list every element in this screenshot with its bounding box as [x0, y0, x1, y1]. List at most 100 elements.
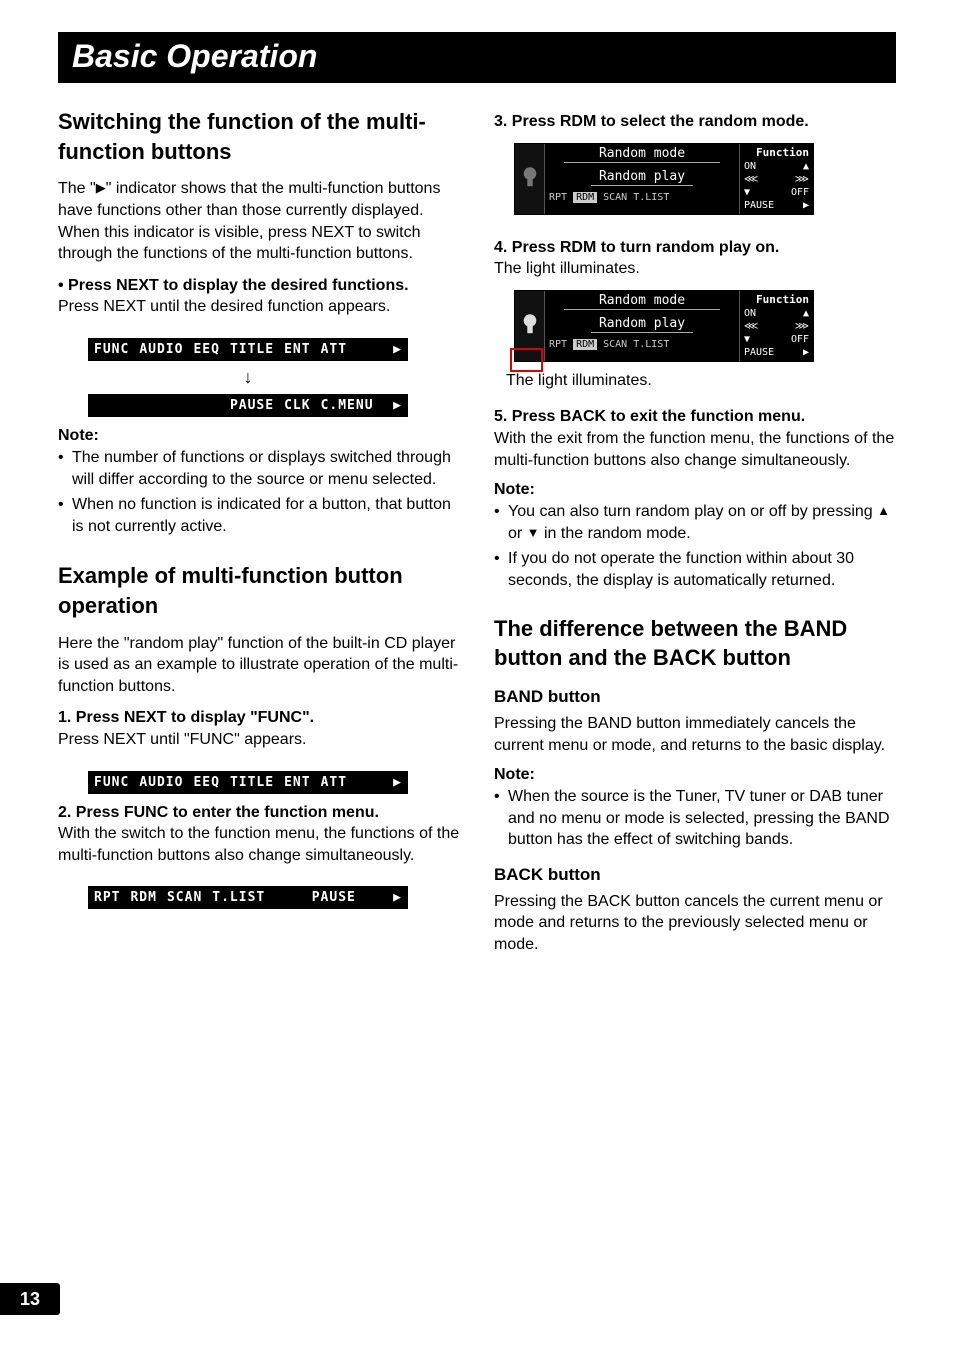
- lcd-title: Random mode: [545, 291, 739, 312]
- fn-label: PAUSE: [230, 398, 274, 413]
- lcd-screenshot-1: Random mode Random play RPT RDM SCAN T.L…: [514, 143, 814, 215]
- step-desc: With the exit from the function menu, th…: [494, 430, 894, 469]
- fn-label: EEQ: [193, 775, 219, 790]
- left-arrow-icon: ⋘: [744, 320, 758, 333]
- step-1: 1. Press NEXT to display "FUNC". Press N…: [58, 707, 460, 750]
- lcd-function-label: Function: [744, 293, 809, 307]
- fn-label: ATT: [321, 342, 347, 357]
- lcd-right-panel: Function ON▲ ⋘⋙ ▼OFF PAUSE▶: [739, 291, 813, 361]
- fn-label: CLK: [284, 398, 310, 413]
- function-strip-block-1: FUNC AUDIO EEQ TITLE ENT ATT ▶ ↓ ____ __…: [88, 338, 408, 417]
- step-bold: 3. Press RDM to select the random mode.: [494, 113, 809, 130]
- step-5: 5. Press BACK to exit the function menu.…: [494, 406, 896, 471]
- step-4: 4. Press RDM to turn random play on. The…: [494, 237, 896, 280]
- fn-label: PAUSE: [312, 890, 356, 905]
- fn-label: ATT: [321, 775, 347, 790]
- next-arrow-icon: ▶: [803, 346, 809, 359]
- lcd-fn: SCAN: [603, 192, 627, 203]
- pause-label: PAUSE: [744, 199, 774, 212]
- page-number-tab: 13: [0, 1283, 60, 1315]
- function-strip-bottom: ____ _____ ___ PAUSE CLK C.MENU ▶: [88, 394, 408, 417]
- fn-label: SCAN: [167, 890, 202, 905]
- lcd-fn: SCAN: [603, 339, 627, 350]
- note-item: The number of functions or displays swit…: [58, 447, 460, 490]
- note-item: You can also turn random play on or off …: [494, 501, 896, 544]
- up-triangle-icon: ▲: [877, 502, 890, 520]
- fn-label: FUNC: [94, 342, 129, 357]
- down-arrow-icon: ▼: [744, 186, 750, 199]
- lcd-fn: T.LIST: [633, 339, 669, 350]
- off-label: OFF: [791, 333, 809, 346]
- fn-label: T.LIST: [212, 890, 265, 905]
- next-arrow-icon: ▶: [393, 775, 402, 790]
- step-bullet: • Press NEXT to display the desired func…: [58, 277, 409, 294]
- heading-example: Example of multi-function button operati…: [58, 561, 460, 620]
- lcd-right-panel: Function ON ▲ ⋘ ⋙ ▼ OFF PAUSE ▶: [739, 144, 813, 214]
- lcd-screenshot-2: Random mode Random play RPT RDM SCAN T.L…: [514, 290, 814, 362]
- left-column: Switching the function of the multi-func…: [58, 107, 460, 966]
- bulb-icon: [515, 144, 545, 214]
- note-item: When no function is indicated for a butt…: [58, 494, 460, 537]
- down-arrow-icon: ▼: [744, 333, 750, 346]
- lcd-fn: T.LIST: [633, 192, 669, 203]
- fn-label: TITLE: [230, 342, 274, 357]
- fn-label: FUNC: [94, 775, 129, 790]
- fn-label: EEQ: [193, 342, 219, 357]
- step-3: 3. Press RDM to select the random mode.: [494, 111, 896, 133]
- heading-band-back: The difference between the BAND button a…: [494, 614, 896, 673]
- fn-label: RDM: [130, 890, 156, 905]
- step-1: • Press NEXT to display the desired func…: [58, 275, 460, 318]
- manual-page: Basic Operation Switching the function o…: [0, 0, 954, 1355]
- lcd-subtitle: Random play: [545, 312, 739, 335]
- next-arrow-icon: ▶: [393, 398, 402, 413]
- step-desc: Press NEXT until the desired function ap…: [58, 298, 390, 315]
- note-list: You can also turn random play on or off …: [494, 501, 896, 591]
- step-bold: 5. Press BACK to exit the function menu.: [494, 408, 805, 425]
- left-arrow-icon: ⋘: [744, 173, 758, 186]
- paragraph: Here the "random play" function of the b…: [58, 633, 460, 698]
- off-label: OFF: [791, 186, 809, 199]
- down-arrow-icon: ↓: [88, 367, 408, 388]
- next-glyph: ▶: [96, 179, 106, 197]
- function-strip: RPT RDM SCAN T.LIST ___ PAUSE ▶: [88, 886, 408, 909]
- up-arrow-icon: ▲: [803, 160, 809, 173]
- function-strip-block-3: RPT RDM SCAN T.LIST ___ PAUSE ▶: [88, 886, 408, 909]
- note-list: When the source is the Tuner, TV tuner o…: [494, 786, 896, 851]
- lcd-subtitle: Random play: [545, 165, 739, 188]
- step-bold: 2. Press FUNC to enter the function menu…: [58, 804, 379, 821]
- fn-label: ENT: [284, 775, 310, 790]
- step-2: 2. Press FUNC to enter the function menu…: [58, 802, 460, 867]
- function-strip-block-2: FUNC AUDIO EEQ TITLE ENT ATT ▶: [88, 771, 408, 794]
- step-desc: With the switch to the function menu, th…: [58, 825, 459, 864]
- right-column: 3. Press RDM to select the random mode. …: [494, 107, 896, 966]
- lcd-fn: RPT: [549, 339, 567, 350]
- function-strip: FUNC AUDIO EEQ TITLE ENT ATT ▶: [88, 771, 408, 794]
- step-desc: The light illuminates.: [494, 260, 640, 277]
- step-bold: 4. Press RDM to turn random play on.: [494, 239, 779, 256]
- subhead-band: BAND button: [494, 687, 896, 707]
- next-arrow-icon: ▶: [393, 342, 402, 357]
- note-heading: Note:: [494, 766, 896, 784]
- fn-label: C.MENU: [321, 398, 374, 413]
- next-arrow-icon: ▶: [803, 199, 809, 212]
- paragraph: Pressing the BACK button cancels the cur…: [494, 891, 896, 956]
- fn-label: AUDIO: [139, 342, 183, 357]
- note-item: When the source is the Tuner, TV tuner o…: [494, 786, 896, 851]
- fn-label: ENT: [284, 342, 310, 357]
- pause-label: PAUSE: [744, 346, 774, 359]
- lcd-footer: RPT RDM SCAN T.LIST: [545, 188, 739, 205]
- on-label: ON: [744, 160, 756, 173]
- fn-label: TITLE: [230, 775, 274, 790]
- right-arrow-icon: ⋙: [795, 173, 809, 186]
- lcd-caption: The light illuminates.: [506, 372, 896, 390]
- subhead-back: BACK button: [494, 865, 896, 885]
- note-item: If you do not operate the function withi…: [494, 548, 896, 591]
- up-arrow-icon: ▲: [803, 307, 809, 320]
- lcd-function-label: Function: [744, 146, 809, 160]
- fn-label: RPT: [94, 890, 120, 905]
- paragraph: Pressing the BAND button immediately can…: [494, 713, 896, 756]
- fn-label: AUDIO: [139, 775, 183, 790]
- lcd-footer: RPT RDM SCAN T.LIST: [545, 335, 739, 352]
- lcd-title: Random mode: [545, 144, 739, 165]
- on-label: ON: [744, 307, 756, 320]
